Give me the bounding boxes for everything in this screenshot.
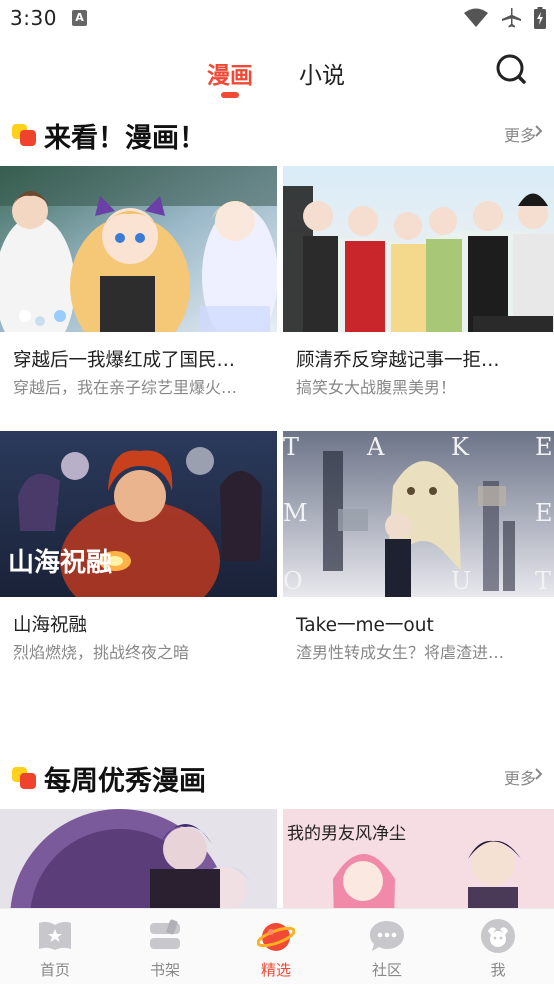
comic-card[interactable] [0,809,277,909]
notification-icon: A [72,10,87,26]
section-badge-icon [12,767,38,793]
planet-icon [257,923,295,951]
chat-bubble-icon [370,921,404,951]
section-title: 每周优秀漫画 [44,766,206,797]
airplane-icon [502,8,521,28]
bottom-navigation: 首页 书架 精选 社区 我 [0,908,554,984]
comic-card[interactable]: 穿越后一我爆红成了国民… 穿越后，我在亲子综艺里爆火… [0,166,277,406]
wifi-icon [464,8,488,27]
comic-card[interactable]: T A K E M E O U T Take一me一out 渣男性转成女生？将虐… [283,431,554,671]
cover-letter: T [283,433,299,461]
cover-letter: T [535,567,551,595]
tab-comics[interactable]: 漫画 [207,56,253,90]
nav-label: 书架 [149,961,180,979]
cover-letter: O [283,567,303,595]
nav-label: 我 [490,961,506,979]
book-star-icon [39,921,71,950]
status-bar: 3:30 A [0,0,554,40]
section-header-comics: 来看！漫画！ 更多 [0,112,554,156]
section-title: 来看！漫画！ [44,123,206,154]
comic-cover[interactable]: T A K E M E O U T [283,431,554,597]
comic-cover[interactable] [0,809,277,909]
battery-charging-icon [534,7,546,29]
chevron-right-icon[interactable] [534,124,544,138]
more-link[interactable]: 更多 [504,122,536,146]
comic-title: 顾清乔反穿越记事一拒… [296,350,500,371]
comic-title: 山海祝融 [13,615,88,636]
status-icons [464,7,546,29]
top-tab-bar: 漫画 小说 [0,48,554,100]
search-icon [496,54,526,84]
cover-letter: K [451,433,470,461]
nav-item-community[interactable]: 社区 [332,909,442,984]
comic-subtitle: 搞笑女大战腹黑美男！ [296,378,457,397]
nav-item-bookshelf[interactable]: 书架 [110,909,220,984]
comic-card[interactable]: 顾清乔反穿越记事一拒… 搞笑女大战腹黑美男！ [283,166,554,406]
nav-label: 首页 [39,961,70,979]
nav-item-home[interactable]: 首页 [0,909,110,984]
cover-letter: A [366,433,385,461]
section-badge-icon [12,124,38,150]
comic-subtitle: 烈焰燃烧，挑战终夜之暗 [13,643,190,662]
comic-card[interactable]: 我的男友风净尘 [283,809,554,909]
comic-title: Take一me一out [296,615,434,636]
section-header-weekly: 每周优秀漫画 更多 [0,755,554,799]
comic-subtitle: 穿越后，我在亲子综艺里爆火… [13,378,238,397]
bookshelf-icon [150,919,180,949]
cover-letter: M [283,499,308,527]
cover-letter: U [451,567,471,595]
tab-indicator [221,92,239,98]
more-link[interactable]: 更多 [504,765,536,789]
profile-face-icon [481,919,515,953]
comic-cover[interactable]: 我的男友风净尘 [283,809,554,909]
chevron-right-icon[interactable] [534,767,544,781]
comic-cover[interactable] [283,166,554,332]
nav-item-featured[interactable]: 精选 [221,909,331,984]
tab-novels[interactable]: 小说 [299,56,345,90]
cover-letter: E [535,499,553,527]
comic-cover[interactable] [0,166,277,332]
cover-title-text: 山海祝融 [8,548,112,578]
cover-letter: E [535,433,553,461]
comic-cover[interactable]: 山海祝融 [0,431,277,597]
comic-card[interactable]: 山海祝融 山海祝融 烈焰燃烧，挑战终夜之暗 [0,431,277,671]
comic-subtitle: 渣男性转成女生？将虐渣进… [296,643,505,662]
nav-item-me[interactable]: 我 [443,909,553,984]
search-button[interactable] [494,52,528,86]
status-time: 3:30 [10,6,57,30]
cover-title-text: 我的男友风净尘 [287,824,406,844]
nav-label: 精选 [260,961,291,979]
comic-title: 穿越后一我爆红成了国民… [13,350,236,371]
nav-label: 社区 [371,961,402,979]
